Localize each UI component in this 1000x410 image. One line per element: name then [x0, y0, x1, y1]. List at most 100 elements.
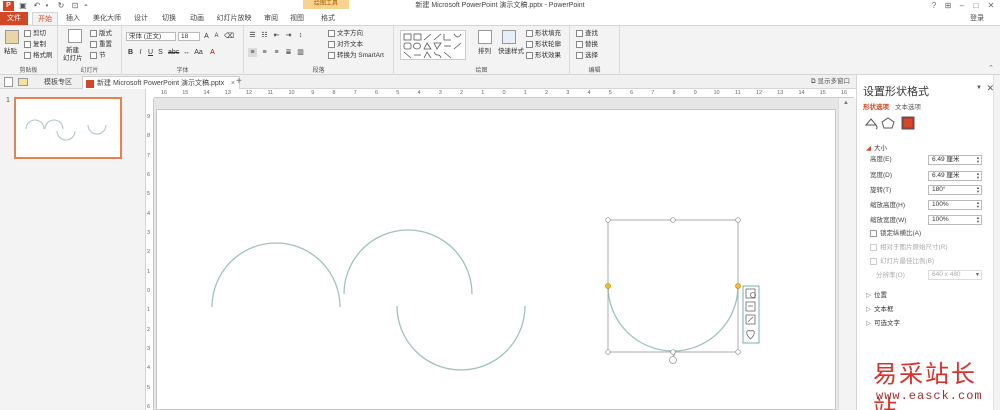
height-input[interactable]: 6.49 厘米 ▲ ▼: [928, 155, 982, 165]
new-doc-icon[interactable]: [4, 77, 13, 87]
arrange-button[interactable]: 排列: [478, 48, 491, 56]
resolution-dropdown-icon[interactable]: ▼: [975, 273, 980, 278]
font-size-select[interactable]: 18: [178, 32, 200, 41]
tab-design[interactable]: 设计: [130, 12, 152, 25]
quick-styles-button[interactable]: 快速样式: [498, 48, 524, 56]
tab-home[interactable]: 开始: [32, 12, 58, 25]
paste-button[interactable]: 粘贴: [4, 48, 17, 56]
slide-canvas[interactable]: [156, 109, 836, 410]
change-case-icon[interactable]: Aa: [194, 48, 203, 57]
maximize-icon[interactable]: □: [970, 1, 982, 11]
ribbon-display-options-icon[interactable]: ⊞: [942, 1, 954, 11]
increase-font-icon[interactable]: A: [202, 32, 211, 41]
open-folder-icon[interactable]: [18, 78, 28, 86]
section-button[interactable]: 节: [90, 52, 106, 60]
arrange-icon[interactable]: [478, 30, 492, 44]
char-spacing-icon[interactable]: ↔: [182, 48, 191, 57]
align-left-icon[interactable]: ≡: [248, 48, 257, 57]
collapse-ribbon-icon[interactable]: ⌃: [988, 64, 994, 72]
scale-height-input[interactable]: 100% ▲ ▼: [928, 200, 982, 210]
section-alttext-header[interactable]: ▷ 可选文字: [866, 317, 900, 327]
clear-format-icon[interactable]: ⌫: [224, 32, 234, 41]
bullets-icon[interactable]: ☰: [248, 31, 257, 40]
reset-button[interactable]: 重置: [90, 41, 112, 49]
pane-options-icon[interactable]: ▼: [976, 85, 982, 91]
copy-button[interactable]: 复制: [24, 41, 46, 49]
quick-styles-icon[interactable]: [502, 30, 516, 44]
minimize-icon[interactable]: –: [956, 1, 968, 11]
tab-view[interactable]: 视图: [286, 12, 308, 25]
new-slide-button[interactable]: 新建: [66, 47, 79, 55]
show-multi-window-button[interactable]: ⧉ 显示多窗口: [811, 75, 850, 89]
tab-shape-options[interactable]: 形状选项: [863, 101, 889, 111]
align-right-icon[interactable]: ≡: [272, 48, 281, 57]
lock-ratio-checkbox[interactable]: [870, 230, 877, 237]
scale-width-input[interactable]: 100% ▲ ▼: [928, 215, 982, 225]
size-properties-icon[interactable]: [901, 116, 915, 130]
doctab-template[interactable]: 模板专区: [30, 76, 78, 89]
increase-indent-icon[interactable]: ⇥: [284, 31, 293, 40]
doctab-current-file[interactable]: 新建 Microsoft PowerPoint 演示文稿.pptx ×: [82, 76, 240, 89]
strikethrough-icon[interactable]: abc: [168, 48, 179, 57]
section-position-header[interactable]: ▷ 位置: [866, 289, 887, 299]
section-size-header[interactable]: ◢ 大小: [866, 142, 887, 152]
layout-button[interactable]: 版式: [90, 30, 112, 38]
best-scale-checkbox[interactable]: [870, 258, 877, 265]
convert-smartart-button[interactable]: 转换为 SmartArt: [328, 52, 384, 60]
align-text-button[interactable]: 对齐文本: [328, 41, 363, 49]
shapes-gallery[interactable]: [400, 30, 466, 60]
italic-icon[interactable]: I: [136, 48, 145, 57]
format-painter-button[interactable]: 格式刷: [24, 52, 53, 60]
tab-animations[interactable]: 动画: [186, 12, 208, 25]
scale-height-spinner-icon[interactable]: ▲ ▼: [976, 201, 980, 209]
font-name-select[interactable]: 宋体 (正文): [126, 32, 176, 41]
replace-button[interactable]: 替换: [576, 41, 598, 49]
sign-in-link[interactable]: 登录: [970, 12, 984, 25]
tab-beautify-master[interactable]: 美化大师: [90, 12, 124, 25]
width-spinner-icon[interactable]: ▲ ▼: [976, 172, 980, 180]
cut-button[interactable]: 剪切: [24, 30, 46, 38]
underline-icon[interactable]: U: [146, 48, 155, 57]
shape-outline-button[interactable]: 形状轮廓: [526, 41, 561, 49]
shape-fill-button[interactable]: 形状填充: [526, 30, 561, 38]
decrease-font-icon[interactable]: A: [212, 32, 221, 41]
slide-thumbnail[interactable]: [14, 97, 122, 159]
tab-insert[interactable]: 插入: [62, 12, 84, 25]
help-icon[interactable]: ?: [928, 1, 940, 11]
height-spinner-icon[interactable]: ▲ ▼: [976, 156, 980, 164]
font-color-icon[interactable]: A: [208, 48, 217, 57]
scale-width-spinner-icon[interactable]: ▲ ▼: [976, 216, 980, 224]
resolution-select[interactable]: 640 x 480 ▼: [928, 270, 982, 280]
section-textbox-header[interactable]: ▷ 文本框: [866, 303, 894, 313]
tab-review[interactable]: 审阅: [260, 12, 282, 25]
tab-transitions[interactable]: 切换: [158, 12, 180, 25]
effects-pentagon-icon[interactable]: [881, 117, 895, 129]
close-icon[interactable]: ✕: [985, 1, 997, 11]
tab-slideshow[interactable]: 幻灯片放映: [214, 12, 254, 25]
add-tab-icon[interactable]: +: [236, 75, 242, 89]
width-input[interactable]: 6.49 厘米 ▲ ▼: [928, 171, 982, 181]
find-button[interactable]: 查找: [576, 30, 598, 38]
vertical-scrollbar[interactable]: ▲: [838, 98, 856, 410]
paste-icon[interactable]: [5, 30, 19, 44]
columns-icon[interactable]: ▥: [296, 48, 305, 57]
rotation-input[interactable]: 180° ▲ ▼: [928, 185, 982, 195]
line-spacing-icon[interactable]: ↕: [296, 31, 305, 40]
tab-format[interactable]: 格式: [316, 12, 340, 25]
relative-original-checkbox[interactable]: [870, 244, 877, 251]
text-direction-button[interactable]: 文字方向: [328, 30, 363, 38]
decrease-indent-icon[interactable]: ⇤: [272, 31, 281, 40]
shape-effects-button[interactable]: 形状效果: [526, 52, 561, 60]
scroll-up-icon[interactable]: ▲: [843, 100, 849, 106]
align-center-icon[interactable]: ≡: [260, 48, 269, 57]
shadow-icon[interactable]: S: [156, 48, 165, 57]
numbering-icon[interactable]: ☷: [260, 31, 269, 40]
rotation-spinner-icon[interactable]: ▲ ▼: [976, 186, 980, 194]
new-slide-icon[interactable]: [68, 29, 82, 43]
bold-icon[interactable]: B: [126, 48, 135, 57]
tab-file[interactable]: 文件: [0, 12, 28, 25]
tab-text-options[interactable]: 文本选项: [895, 101, 921, 111]
select-button[interactable]: 选择: [576, 52, 598, 60]
fill-line-icon[interactable]: [864, 118, 878, 130]
justify-icon[interactable]: ≣: [284, 48, 293, 57]
